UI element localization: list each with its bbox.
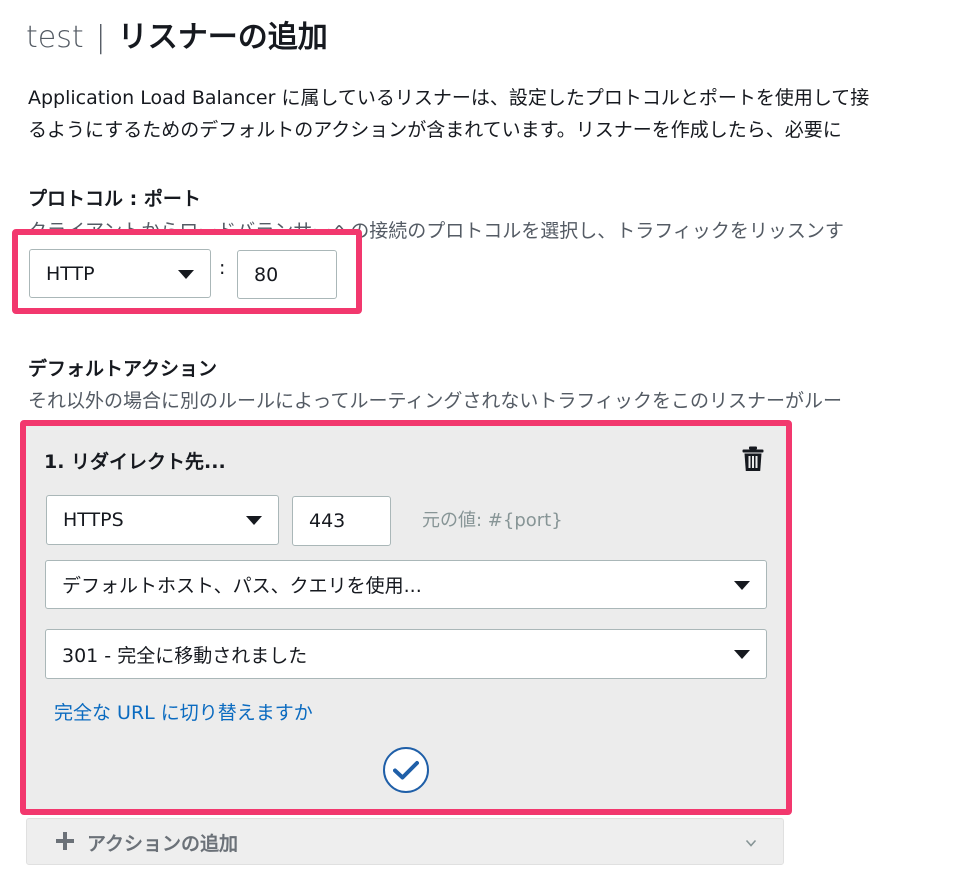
port-input-value: 80 [254,263,279,286]
caret-down-icon [178,269,194,279]
port-input[interactable]: 80 [237,250,337,299]
title-prefix: test [26,20,84,55]
default-action-description: それ以外の場合に別のルールによってルーティングされないトラフィックをこのリスナー… [28,390,842,412]
protocol-port-label: プロトコル : ポート [28,188,201,210]
status-code-select[interactable]: 301 - 完全に移動されました [45,629,767,679]
check-circle-icon[interactable] [383,747,429,793]
switch-to-full-url-link[interactable]: 完全な URL に切り替えますか [54,698,313,725]
title-separator: | [95,20,106,55]
protocol-select-value: HTTP [46,262,95,285]
redirect-port-value: 443 [309,510,346,532]
original-value-hint: 元の値: #{port} [422,510,563,531]
host-path-query-select[interactable]: デフォルトホスト、パス、クエリを使用... [45,560,767,609]
trash-icon[interactable] [742,446,764,472]
caret-down-icon [246,516,262,525]
protocol-select[interactable]: HTTP [29,249,211,298]
add-action-label: アクションの追加 [87,833,239,855]
check-mark-icon [393,761,419,780]
plus-icon [55,831,75,851]
port-separator: : [219,257,226,279]
action-title: 1. リダイレクト先... [44,451,226,473]
status-code-value: 301 - 完全に移動されました [62,644,308,667]
caret-down-icon [734,650,750,659]
default-action-label: デフォルトアクション [28,358,218,380]
page: test | リスナーの追加 Application Load Balancer… [0,0,960,894]
add-action-button[interactable]: アクションの追加 [26,818,784,865]
redirect-protocol-select[interactable]: HTTPS [46,495,279,545]
intro-line-2: るようにするためのデフォルトのアクションが含まれています。リスナーを作成したら、… [28,119,842,141]
title-main: リスナーの追加 [117,20,328,55]
page-title: test | リスナーの追加 [26,12,328,56]
intro-line-1: Application Load Balancer に属しているリスナーは、設定… [28,87,870,109]
chevron-down-icon [745,839,757,847]
caret-down-icon [734,580,750,590]
host-path-query-value: デフォルトホスト、パス、クエリを使用... [62,575,422,597]
redirect-protocol-value: HTTPS [63,509,124,531]
redirect-port-input[interactable]: 443 [292,496,391,546]
